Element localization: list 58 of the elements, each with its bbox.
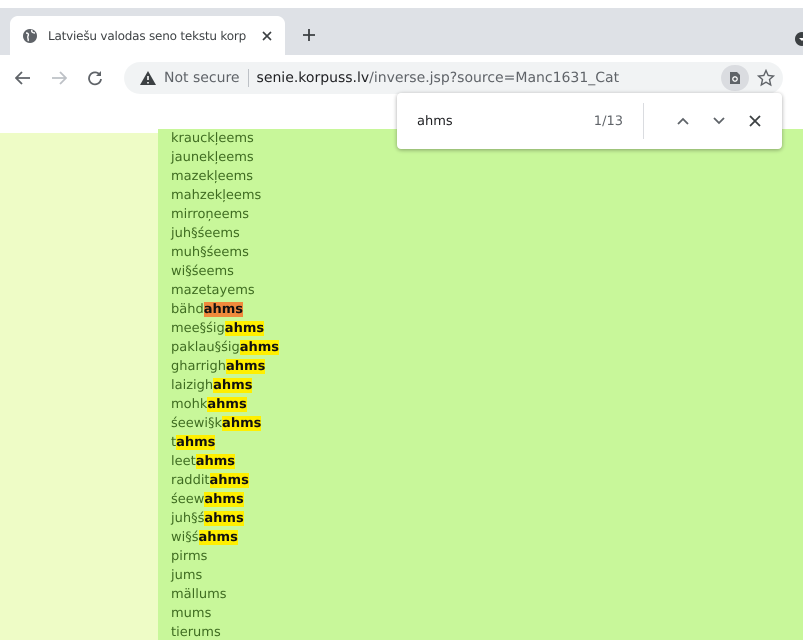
word-entry: gharrighahms: [171, 358, 266, 376]
reload-icon[interactable]: [87, 70, 103, 86]
search-highlight: ahms: [210, 473, 249, 488]
word-entry: bähdahms: [171, 301, 244, 319]
word-entry: leetahms: [171, 453, 236, 471]
match-count: 1/13: [594, 114, 623, 128]
search-highlight: ahms: [198, 530, 238, 545]
search-highlight: ahms: [240, 340, 280, 355]
word-entry: mirroņeems: [171, 206, 250, 224]
search-highlight: ahms: [224, 321, 264, 336]
search-highlight: ahms: [213, 378, 252, 393]
word-entry: tahms: [171, 434, 216, 452]
word-entry: juh§śeems: [171, 225, 241, 243]
search-highlight: ahms: [204, 302, 244, 317]
search-highlight: ahms: [176, 435, 216, 450]
bookmark-star-icon[interactable]: [757, 68, 775, 86]
word-entry: pirms: [171, 548, 208, 566]
word-entry: mahzekļeems: [171, 187, 262, 205]
word-entry: mee§śigahms: [171, 320, 266, 338]
word-entry: wi§śeems: [171, 263, 235, 281]
word-entry: śeewi§kahms: [171, 415, 262, 433]
search-highlight: ahms: [226, 359, 266, 374]
browser-tab[interactable]: Latviešu valodas seno tekstu korp: [10, 16, 285, 55]
search-highlight: ahms: [196, 454, 236, 469]
plus-icon[interactable]: [302, 28, 316, 42]
word-entry: mohkahms: [171, 396, 248, 414]
globe-icon: [22, 28, 38, 44]
search-highlight: ahms: [204, 511, 244, 526]
security-label: Not secure: [164, 70, 240, 86]
word-entry: laizighahms: [171, 377, 254, 395]
word-entry: tierums: [171, 624, 222, 640]
word-entry: jums: [171, 567, 204, 585]
previous-match-icon[interactable]: [677, 117, 689, 125]
search-highlight: ahms: [207, 397, 247, 412]
close-icon[interactable]: [261, 30, 273, 42]
word-entry: muh§śeems: [171, 244, 250, 262]
word-entry: mazetayems: [171, 282, 256, 300]
word-entry: radditahms: [171, 472, 250, 490]
close-icon[interactable]: [749, 115, 761, 127]
page-search-icon: [729, 70, 741, 84]
word-entry: wi§śahms: [171, 529, 239, 547]
word-entry: paklau§śigahms: [171, 339, 280, 357]
search-highlight: ahms: [204, 492, 244, 507]
word-entry: krauckļeems: [171, 130, 255, 148]
word-entry: juh§śahms: [171, 510, 245, 528]
word-entry: mällums: [171, 586, 228, 604]
next-match-icon[interactable]: [713, 117, 725, 125]
search-highlight: ahms: [222, 416, 262, 431]
word-entry: mums: [171, 605, 212, 623]
warning-icon: [140, 70, 156, 84]
url-text[interactable]: senie.korpuss.lv/inverse.jsp?source=Manc1631_Cat: [256, 70, 713, 86]
find-input[interactable]: ahms: [417, 114, 594, 128]
back-icon[interactable]: [15, 70, 31, 84]
word-entry: jaunekļeems: [171, 149, 255, 167]
address-bar[interactable]: Not secure senie.korpuss.lv/inverse.jsp?source=Manc1631_Cat: [124, 62, 783, 94]
word-entry: śeewahms: [171, 491, 245, 509]
word-entry: mazekļeems: [171, 168, 254, 186]
find-indicator-button[interactable]: [721, 64, 749, 90]
